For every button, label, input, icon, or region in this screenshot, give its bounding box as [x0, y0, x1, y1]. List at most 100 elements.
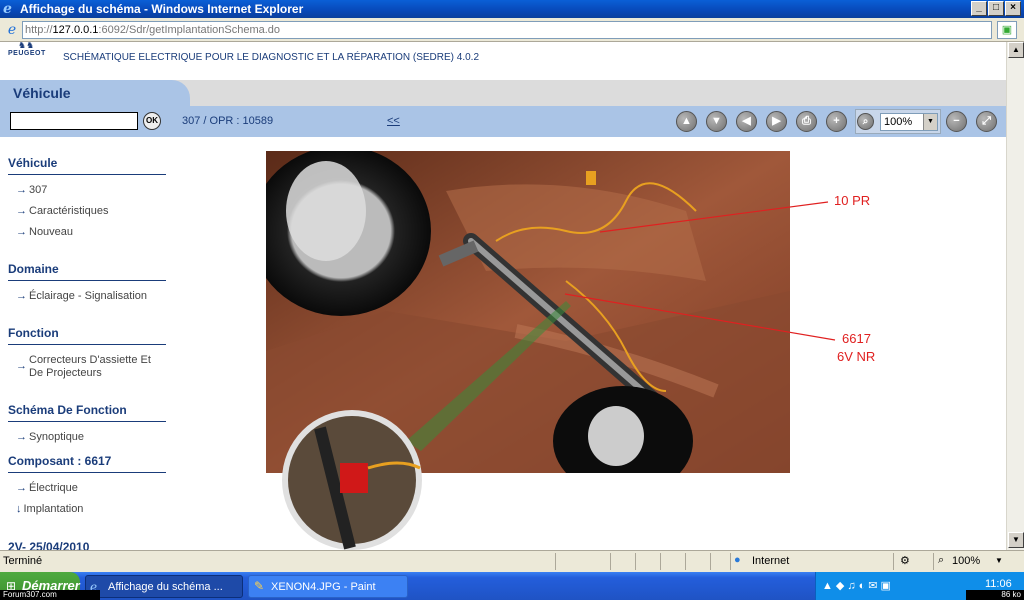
- brand-bar: ♞♞ PEUGEOT SCHÉMATIQUE ELECTRIQUE POUR L…: [0, 42, 1006, 80]
- sidebar-item-label: Implantation: [23, 503, 84, 515]
- section-domaine-heading: Domaine: [8, 262, 166, 281]
- zoom-icon: ⌕: [938, 554, 945, 566]
- globe-icon: ●: [734, 554, 741, 566]
- close-button[interactable]: ×: [1005, 1, 1021, 16]
- arrow-left-icon[interactable]: ◀: [736, 111, 757, 132]
- fit-screen-icon[interactable]: ⤢: [976, 111, 997, 132]
- scroll-up-icon[interactable]: ▲: [1008, 42, 1024, 58]
- separator: [660, 553, 661, 570]
- compatibility-view-icon[interactable]: ▣: [997, 21, 1017, 39]
- vertical-scrollbar[interactable]: ▲ ▼: [1006, 42, 1024, 550]
- section-composant-heading: Composant : 6617: [8, 454, 166, 473]
- tab-bar: Véhicule: [0, 80, 1006, 106]
- status-bar: Terminé ● Internet ⚙ ⌕ 100% ▼: [0, 550, 1024, 572]
- minus-icon[interactable]: −: [946, 111, 967, 132]
- clock[interactable]: 11:06: [985, 578, 1012, 590]
- sidebar-item-correcteurs[interactable]: → Correcteurs D'assiette Et De Projecteur…: [16, 354, 166, 380]
- sidebar-item-label: Synoptique: [29, 431, 85, 443]
- address-bar-row: e http://127.0.0.1:6092/Sdr/getImplantat…: [0, 18, 1024, 42]
- ie-logo-icon: e: [3, 1, 12, 17]
- arrow-right-icon: →: [16, 184, 27, 196]
- taskbar-item-label: Affichage du schéma ...: [108, 581, 223, 593]
- arrow-right-icon: →: [16, 360, 27, 372]
- separator: [555, 553, 556, 570]
- page-icon: e: [7, 22, 17, 38]
- sidebar-item-caracteristiques[interactable]: → Caractéristiques: [16, 205, 108, 217]
- separator: [685, 553, 686, 570]
- taskbar-item-ie[interactable]: Affichage du schéma ...: [85, 575, 243, 598]
- separator: [730, 553, 731, 570]
- zoom-select[interactable]: 100% ▼: [880, 113, 938, 131]
- separator: [610, 553, 611, 570]
- tab-vehicule[interactable]: Véhicule: [0, 80, 190, 106]
- back-link[interactable]: <<: [387, 115, 400, 127]
- status-zoom[interactable]: 100%: [952, 555, 980, 567]
- search-input[interactable]: [10, 112, 138, 130]
- url-path: :6092/Sdr/getImplantationSchema.do: [98, 24, 281, 36]
- protected-mode-icon[interactable]: ⚙: [900, 554, 910, 567]
- taskbar: Démarrer ⊞ Affichage du schéma ... e XEN…: [0, 572, 1024, 600]
- arrow-right-icon[interactable]: ▶: [766, 111, 787, 132]
- sidebar-item-label: 307: [29, 184, 48, 196]
- version-footer: 2V- 25/04/2010: [8, 540, 90, 550]
- sidebar-item-label: Caractéristiques: [29, 205, 109, 217]
- taskbar-item-paint[interactable]: XENON4.JPG - Paint: [248, 575, 408, 598]
- sidebar: Véhicule → 307 → Caractéristiques → Nouveau…: [0, 137, 175, 550]
- component-zoom-inset: [282, 410, 422, 550]
- sidebar-item-307[interactable]: → 307: [16, 184, 47, 196]
- sidebar-item-electrique[interactable]: → Électrique: [16, 482, 78, 494]
- print-icon[interactable]: ⎙: [796, 111, 817, 132]
- callout-lines: [564, 201, 836, 341]
- maximize-button[interactable]: □: [988, 1, 1004, 16]
- url-scheme: http://: [25, 24, 53, 36]
- connector-icon: [340, 463, 368, 493]
- brand-logo-text: PEUGEOT: [8, 50, 46, 57]
- window-title: Affichage du schéma - Windows Internet E…: [20, 2, 304, 16]
- toolbar: OK 307 / OPR : 10589 << ▲ ▼ ◀ ▶ ⎙ + ⌕ 10…: [0, 106, 1006, 137]
- sidebar-item-label: Éclairage - Signalisation: [29, 290, 148, 302]
- chevron-down-icon: ▼: [923, 114, 937, 130]
- window-title-bar: e Affichage du schéma - Windows Internet…: [0, 0, 1024, 18]
- arrow-up-icon[interactable]: ▲: [676, 111, 697, 132]
- arrow-right-icon: →: [16, 290, 27, 302]
- arrow-right-icon: →: [16, 205, 27, 217]
- section-fonction-heading: Fonction: [8, 326, 166, 345]
- paint-icon: ✎: [254, 579, 265, 593]
- page-content: ♞♞ PEUGEOT SCHÉMATIQUE ELECTRIQUE POUR L…: [0, 42, 1006, 550]
- arrow-down-icon: ↓: [16, 503, 22, 515]
- arrow-right-icon: →: [16, 482, 27, 494]
- section-vehicule-heading: Véhicule: [8, 156, 166, 175]
- sidebar-item-eclairage[interactable]: → Éclairage - Signalisation: [16, 290, 147, 302]
- sidebar-item-synoptique[interactable]: → Synoptique: [16, 431, 84, 443]
- magnifier-icon[interactable]: ⌕: [857, 113, 874, 130]
- sidebar-item-implantation[interactable]: ↓ Implantation: [16, 503, 83, 515]
- chevron-down-icon[interactable]: ▼: [995, 556, 1003, 565]
- separator: [710, 553, 711, 570]
- sidebar-item-nouveau[interactable]: → Nouveau: [16, 226, 73, 238]
- minimize-button[interactable]: _: [971, 1, 987, 16]
- separator: [933, 553, 934, 570]
- tray-icons[interactable]: ▲◆♫◐✉▣: [822, 579, 894, 592]
- separator: [635, 553, 636, 570]
- app-title: SCHÉMATIQUE ELECTRIQUE POUR LE DIAGNOSTI…: [63, 52, 480, 63]
- scroll-down-icon[interactable]: ▼: [1008, 532, 1024, 548]
- address-field[interactable]: http://127.0.0.1:6092/Sdr/getImplantatio…: [22, 21, 992, 39]
- callout-6vnr: 6V NR: [837, 349, 876, 364]
- arrow-right-icon: →: [16, 226, 27, 238]
- url-host: 127.0.0.1: [52, 24, 99, 36]
- forum-watermark: Forum307.com: [0, 590, 100, 600]
- callout-10pr: 10 PR: [834, 193, 871, 208]
- plus-icon[interactable]: +: [826, 111, 847, 132]
- section-schema-heading: Schéma De Fonction: [8, 403, 166, 422]
- ok-button[interactable]: OK: [143, 112, 161, 130]
- arrow-down-icon[interactable]: ▼: [706, 111, 727, 132]
- taskbar-item-label: XENON4.JPG - Paint: [271, 581, 376, 593]
- zoom-value: 100%: [884, 116, 913, 128]
- callout-6617: 6617: [842, 331, 871, 346]
- sidebar-item-label: Nouveau: [29, 226, 74, 238]
- sidebar-item-label: Correcteurs D'assiette Et De Projecteurs: [29, 354, 151, 379]
- separator: [893, 553, 894, 570]
- peugeot-lion-icon: ♞♞: [18, 42, 35, 50]
- security-zone: Internet: [752, 555, 790, 567]
- sidebar-item-label: Électrique: [29, 482, 78, 494]
